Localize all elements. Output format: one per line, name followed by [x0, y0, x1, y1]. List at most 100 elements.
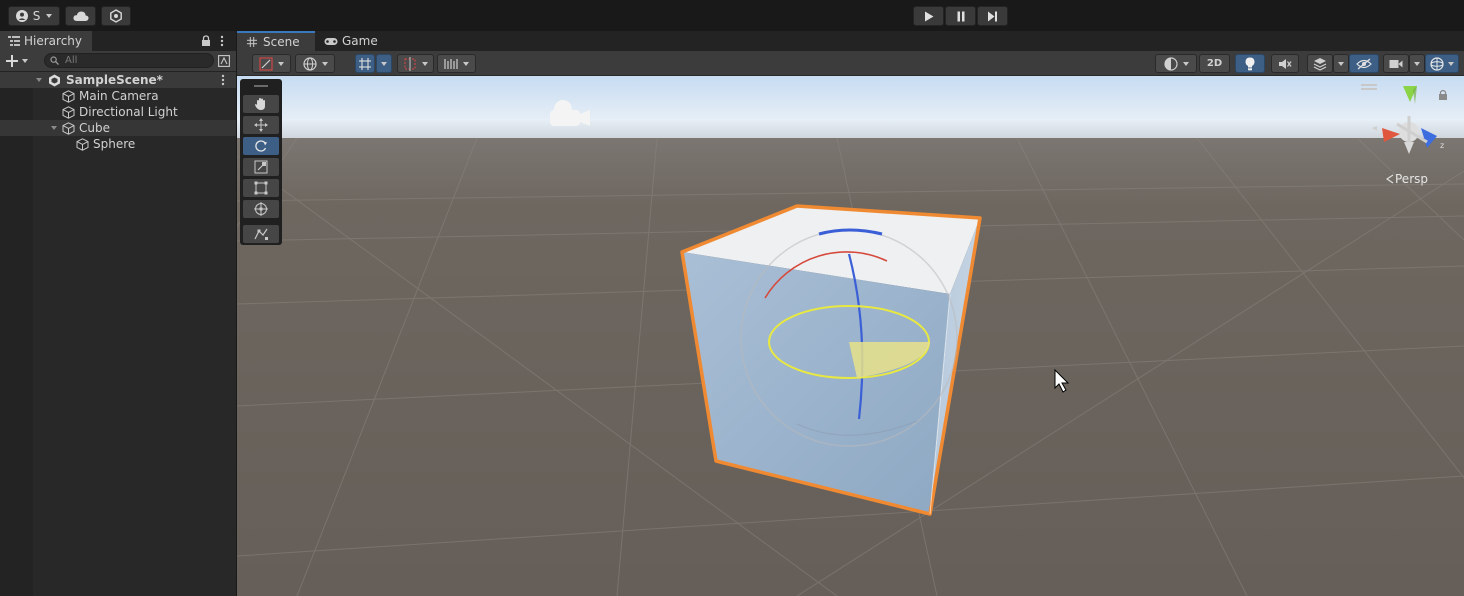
chevron-down-icon [278, 61, 284, 66]
rotate-tool-button[interactable] [243, 137, 279, 155]
tree-row-main-camera[interactable]: Main Camera [0, 88, 236, 104]
expand-arrow-icon[interactable] [51, 126, 57, 130]
grid-icon [247, 37, 257, 47]
persp-label: Persp [1395, 172, 1428, 186]
scene-visibility-toggle[interactable] [1349, 54, 1379, 73]
scene-camera-button[interactable] [1383, 54, 1409, 73]
globe-icon [302, 56, 317, 71]
chevron-down-icon [463, 61, 469, 66]
tree-row-sphere[interactable]: Sphere [0, 136, 236, 152]
scene-toolbar: 2D [237, 51, 1464, 76]
tree-row-samplescene[interactable]: SampleScene* [0, 72, 236, 88]
shaded-sphere-icon [1163, 56, 1178, 71]
layers-icon [1313, 57, 1327, 71]
transform-icon [254, 202, 268, 216]
effects-dropdown[interactable] [1333, 54, 1349, 73]
chevron-down-icon [422, 61, 428, 66]
collab-button[interactable] [101, 6, 131, 26]
hierarchy-panel: Hierarchy All SampleScene* Main Camera D… [0, 31, 237, 596]
account-dropdown[interactable]: S [8, 6, 60, 26]
scale-icon [254, 160, 268, 174]
create-dropdown[interactable] [6, 53, 34, 69]
hierarchy-search-field[interactable]: All [44, 53, 214, 68]
rotate-icon [255, 140, 267, 152]
cube-outline-icon [62, 105, 75, 119]
chevron-down-icon [22, 59, 28, 63]
cube-outline-icon [62, 121, 75, 135]
chevron-down-icon [381, 61, 387, 66]
account-label: S [32, 9, 41, 23]
step-button[interactable] [977, 6, 1008, 26]
tree-row-directional-light[interactable]: Directional Light [0, 104, 236, 120]
chevron-down-icon [321, 61, 328, 66]
gizmos-toggle[interactable] [1425, 54, 1459, 73]
unity-scene-icon [49, 74, 60, 86]
lightbulb-icon [1245, 57, 1255, 70]
pause-button[interactable] [945, 6, 976, 26]
pause-icon [957, 11, 964, 21]
expand-arrow-icon[interactable] [36, 78, 42, 82]
rect-transform-icon [254, 181, 268, 195]
snap-increment-dropdown[interactable] [397, 54, 434, 73]
rect-tool-button[interactable] [243, 179, 279, 197]
tab-hierarchy[interactable]: Hierarchy [0, 31, 92, 51]
scene-camera-dropdown[interactable] [1409, 54, 1425, 73]
cube-outline-icon [62, 89, 75, 103]
shading-mode-dropdown[interactable] [1155, 54, 1197, 73]
tab-scene-label: Scene [263, 35, 300, 49]
search-icon [50, 56, 59, 65]
effects-toggle[interactable] [1307, 54, 1333, 73]
tools-overlay [240, 79, 282, 245]
gizmo-axis-label: z [1440, 141, 1444, 150]
scene-render: z Persp [237, 76, 1464, 596]
more-options-icon[interactable] [220, 35, 224, 47]
chevron-down-icon [1414, 61, 1420, 66]
tree-item-label: Main Camera [79, 89, 159, 103]
view-tool-button[interactable] [243, 95, 279, 113]
grid-snap-dropdown[interactable] [376, 54, 392, 73]
hierarchy-tab-label: Hierarchy [24, 34, 83, 48]
tree-item-label: Cube [79, 121, 110, 135]
move-tool-button[interactable] [243, 116, 279, 134]
audio-toggle[interactable] [1271, 54, 1299, 73]
play-icon [924, 11, 933, 21]
hidden-eye-icon [1356, 58, 1372, 69]
settings-icon [110, 9, 122, 23]
scene-name: SampleScene* [66, 73, 163, 87]
hierarchy-list-icon [8, 36, 20, 46]
scene-tabbar: Scene Game [237, 31, 1464, 51]
transform-tool-button[interactable] [243, 200, 279, 218]
play-button[interactable] [913, 6, 944, 26]
drag-handle-icon[interactable] [254, 85, 268, 87]
video-camera-icon [1389, 59, 1403, 68]
gamepad-icon [324, 37, 338, 45]
tab-scene[interactable]: Scene [237, 31, 315, 51]
scene-visibility-icon[interactable] [218, 55, 230, 67]
ruler-dropdown[interactable] [437, 54, 476, 73]
draw-mode-icon [259, 56, 273, 71]
lock-icon[interactable] [201, 35, 211, 47]
tree-row-cube[interactable]: Cube [0, 120, 236, 136]
scale-tool-button[interactable] [243, 158, 279, 176]
tool-handle-dropdown[interactable] [252, 54, 291, 73]
account-icon [15, 10, 28, 22]
chevron-down-icon [1182, 61, 1189, 66]
tab-game[interactable]: Game [316, 31, 386, 51]
scene-menu-icon[interactable] [221, 74, 225, 86]
cloud-icon [72, 11, 89, 21]
mode-2d-toggle[interactable]: 2D [1199, 54, 1230, 73]
cube-outline-icon [76, 137, 89, 151]
scene-viewport[interactable]: z Persp [237, 76, 1464, 596]
chevron-down-icon [1448, 61, 1454, 66]
grid-snap-icon [359, 57, 371, 70]
step-icon [988, 11, 997, 21]
cloud-button[interactable] [65, 6, 96, 26]
custom-tool-button[interactable] [243, 225, 279, 243]
hand-icon [255, 98, 265, 110]
chevron-down-icon [1338, 61, 1344, 66]
move-arrows-icon [254, 118, 268, 132]
snap-increment-icon [404, 56, 416, 71]
grid-snap-toggle[interactable] [355, 54, 375, 73]
lighting-toggle[interactable] [1235, 54, 1265, 73]
pivot-dropdown[interactable] [295, 54, 335, 73]
